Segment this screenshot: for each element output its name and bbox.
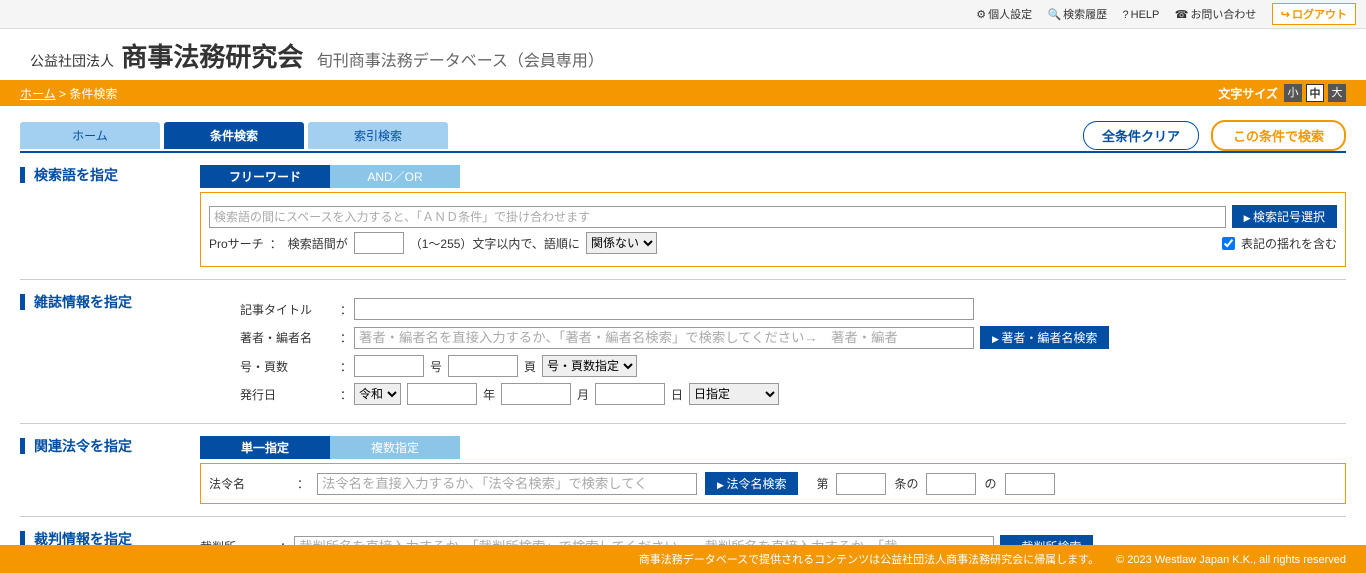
subtab-law-multi[interactable]: 複数指定 [330,436,460,459]
search-history-link[interactable]: 🔍検索履歴 [1041,4,1113,24]
subtab-freeword[interactable]: フリーワード [200,165,330,188]
article-title-input[interactable] [354,298,974,320]
breadcrumb-home-link[interactable]: ホーム [20,87,56,101]
font-size-label: 文字サイズ [1218,85,1278,102]
section-law: 関連法令を指定 単一指定 複数指定 法令名： 法令名検索 第 条の の [20,424,1346,517]
author-search-button[interactable]: 著者・編者名検索 [980,326,1109,349]
author-input[interactable] [354,327,974,349]
page-header: 公益社団法人 商事法務研究会 旬刊商事法務データベース（会員専用） [0,29,1366,80]
org-name: 商事法務研究会 [121,42,303,72]
page-footer: 商事法務データベースで提供されるコンテンツは公益社団法人商事法務研究会に帰属しま… [0,545,1366,573]
search-submit-button[interactable]: この条件で検索 [1211,120,1346,151]
help-link[interactable]: ?HELP [1117,7,1166,23]
tab-index-search[interactable]: 索引検索 [308,122,448,149]
footer-copyright: © 2023 Westlaw Japan K.K., all rights re… [1116,554,1346,566]
law-search-button[interactable]: 法令名検索 [705,472,798,495]
org-prefix: 公益社団法人 [30,53,114,69]
pub-date-mode-select[interactable]: 日指定 [689,383,779,405]
font-size-large-button[interactable]: 大 [1328,84,1346,102]
article-number-input[interactable] [836,473,886,495]
font-size-control: 文字サイズ 小 中 大 [1218,84,1346,102]
search-form: 検索語を指定 フリーワード AND／OR 検索記号選択 Proサーチ ： 検索語… [0,153,1366,563]
article-sub2-input[interactable] [1005,473,1055,495]
clear-all-button[interactable]: 全条件クリア [1083,121,1199,150]
issue-page-mode-select[interactable]: 号・頁数指定 [542,355,637,377]
breadcrumb: ホーム > 条件検索 [20,85,117,102]
page-number-input[interactable] [448,355,518,377]
gear-icon: ⚙ [976,9,986,21]
pro-search-label: Proサーチ [209,235,264,252]
section-title-term: 検索語を指定 [20,165,200,267]
main-tab-row: ホーム 条件検索 索引検索 全条件クリア この条件で検索 [0,106,1366,151]
font-size-small-button[interactable]: 小 [1284,84,1302,102]
variation-label: 表記の揺れを含む [1241,235,1337,252]
logout-icon: ↪ [1281,9,1290,21]
section-search-term: 検索語を指定 フリーワード AND／OR 検索記号選択 Proサーチ ： 検索語… [20,153,1346,280]
article-sub1-input[interactable] [926,473,976,495]
pub-day-input[interactable] [595,383,665,405]
search-symbol-button[interactable]: 検索記号選択 [1232,205,1337,228]
section-magazine: 雑誌情報を指定 記事タイトル： 著者・編者名： 著者・編者名検索 号・頁数： 号… [20,280,1346,424]
issue-number-input[interactable] [354,355,424,377]
search-term-input[interactable] [209,206,1226,228]
utility-bar: ⚙個人設定 🔍検索履歴 ?HELP ☎お問い合わせ ↪ログアウト [0,0,1366,29]
word-order-select[interactable]: 関係ない [586,232,657,254]
tab-condition-search[interactable]: 条件検索 [164,122,304,149]
footer-notice: 商事法務データベースで提供されるコンテンツは公益社団法人商事法務研究会に帰属しま… [639,554,1099,566]
site-subtitle: 旬刊商事法務データベース（会員専用） [317,53,604,70]
tab-home[interactable]: ホーム [20,122,160,149]
breadcrumb-bar: ホーム > 条件検索 文字サイズ 小 中 大 [0,80,1366,106]
logout-button[interactable]: ↪ログアウト [1272,3,1356,25]
section-title-law: 関連法令を指定 [20,436,200,504]
pub-month-input[interactable] [501,383,571,405]
font-size-medium-button[interactable]: 中 [1306,84,1324,102]
breadcrumb-current: 条件検索 [69,87,117,101]
subtab-law-single[interactable]: 単一指定 [200,436,330,459]
subtab-andor[interactable]: AND／OR [330,165,460,188]
phone-icon: ☎ [1175,9,1189,21]
contact-link[interactable]: ☎お問い合わせ [1169,4,1263,24]
law-name-input[interactable] [317,473,697,495]
help-icon: ? [1123,9,1129,21]
pub-year-input[interactable] [407,383,477,405]
personal-settings-link[interactable]: ⚙個人設定 [970,4,1038,24]
pro-search-distance-input[interactable] [354,232,404,254]
pub-era-select[interactable]: 令和 [354,383,401,405]
search-icon: 🔍 [1047,9,1061,21]
section-title-magazine: 雑誌情報を指定 [20,292,200,411]
variation-checkbox[interactable] [1222,237,1235,250]
